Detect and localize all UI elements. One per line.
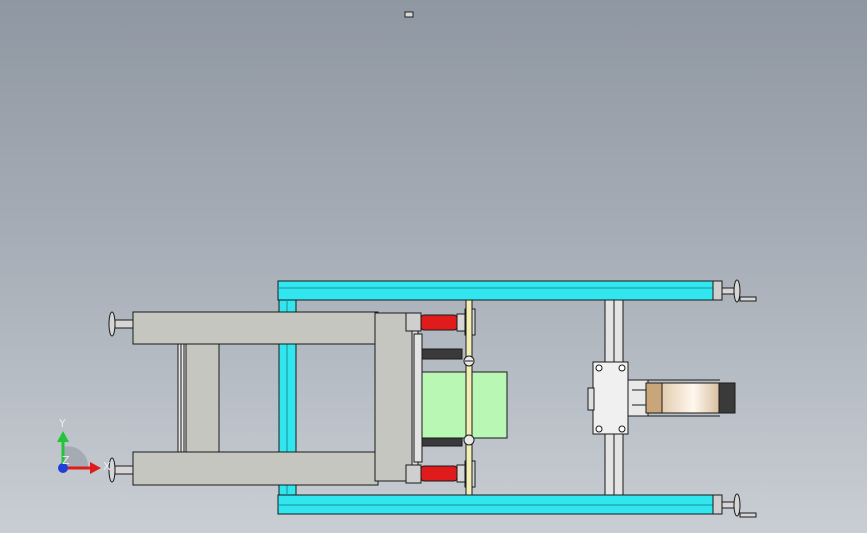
leveling-foot-bottom-right[interactable] — [721, 493, 757, 518]
small-part[interactable] — [404, 11, 414, 18]
base-plate-bottom-arm[interactable] — [132, 451, 379, 486]
roller-assembly[interactable] — [640, 379, 736, 417]
y-axis-label: Y — [58, 417, 66, 430]
x-axis-arrow-icon — [90, 462, 101, 474]
leveling-foot-top-right[interactable] — [721, 279, 757, 303]
mounting-plate[interactable] — [413, 333, 423, 463]
bracket-upper[interactable] — [421, 348, 463, 360]
bracket-lower[interactable] — [421, 437, 463, 447]
cad-viewport[interactable]: Y X Z — [0, 0, 867, 533]
green-block[interactable] — [421, 371, 508, 439]
guide-rod[interactable] — [463, 299, 475, 496]
cylinder-top[interactable] — [405, 308, 476, 336]
frame-top-rail[interactable] — [277, 280, 721, 301]
z-axis-label: Z — [62, 454, 70, 467]
base-plate-cross[interactable] — [185, 343, 220, 453]
y-axis-arrow-icon — [57, 431, 69, 442]
coordinate-triad: Y X Z — [57, 417, 111, 474]
base-plate[interactable] — [132, 311, 419, 486]
cylinder-bottom[interactable] — [405, 460, 476, 488]
base-plate-top-arm[interactable] — [132, 311, 379, 345]
leveling-foot-bottom-left[interactable] — [108, 457, 134, 483]
carriage-block[interactable] — [592, 361, 629, 435]
leveling-foot-top-left[interactable] — [108, 311, 134, 337]
base-plate-end-block[interactable] — [374, 312, 418, 482]
roller[interactable] — [661, 382, 720, 414]
x-axis-label: X — [103, 460, 111, 473]
